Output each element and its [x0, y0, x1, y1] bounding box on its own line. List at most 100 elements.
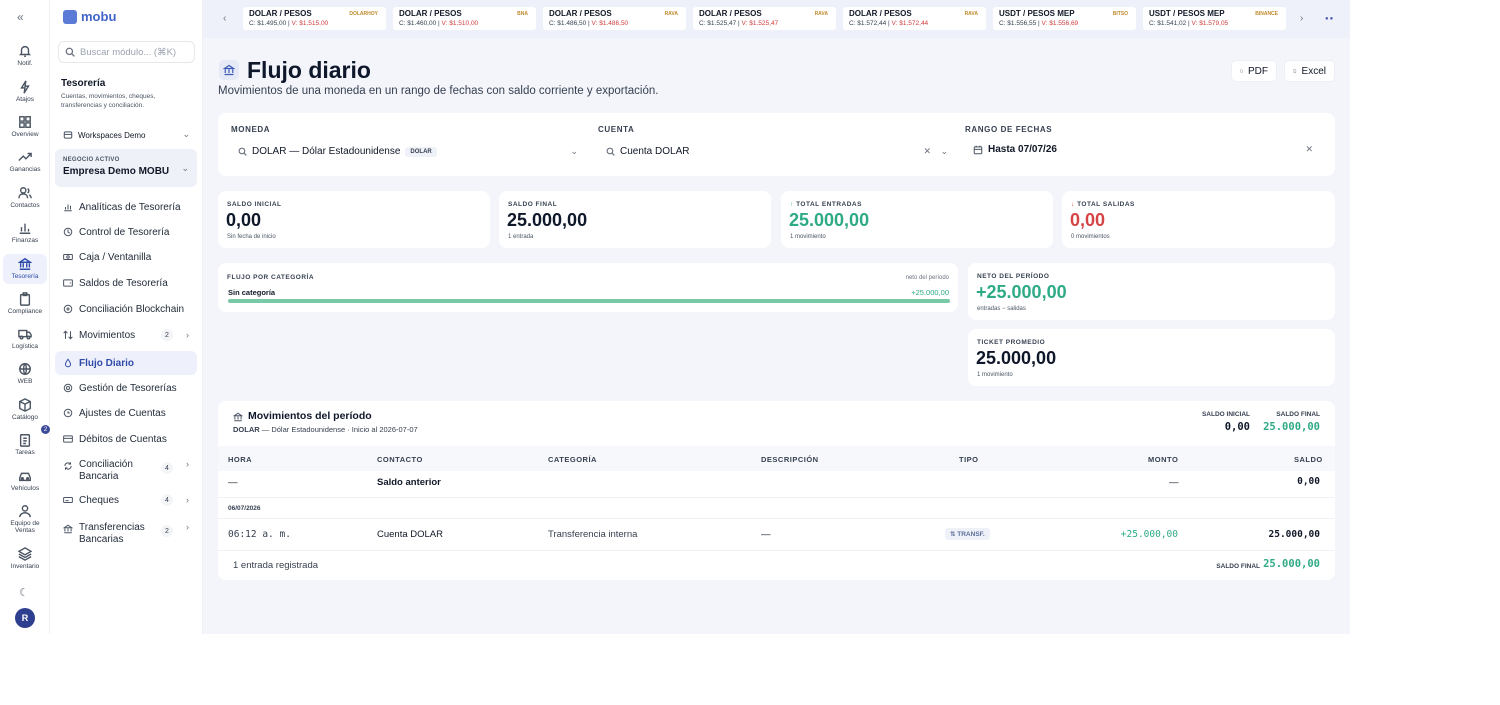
ticker-source: RAVA	[814, 11, 828, 17]
nav-flujo-diario[interactable]: Flujo Diario	[55, 351, 197, 375]
exchange-ticker: ‹ DOLAR / PESOS DOLARHOY C: $1.495,00 | …	[203, 0, 1350, 38]
ticker-item[interactable]: DOLAR / PESOS DOLARHOY C: $1.495,00 | V:…	[243, 7, 386, 30]
file-icon	[1293, 69, 1297, 73]
nav-cheques[interactable]: Cheques 4 ›	[55, 488, 197, 512]
ticker-item[interactable]: USDT / PESOS MEP BINANCE C: $1.541,02 | …	[1143, 7, 1286, 30]
col-monto[interactable]: MONTO	[1148, 455, 1178, 464]
flow-icon	[219, 60, 239, 80]
clear-icon[interactable]: ✕	[923, 146, 931, 157]
rail-item-inventario[interactable]: Inventario	[3, 547, 47, 581]
col-contacto[interactable]: CONTACTO	[377, 455, 423, 464]
col-categoria[interactable]: CATEGORÍA	[548, 455, 597, 464]
category-flow-card: FLUJO POR CATEGORÍA neto del período Sin…	[218, 263, 958, 312]
rail-item-equipo-ventas[interactable]: Equipo de Ventas	[3, 504, 47, 542]
currency-label: MONEDA	[231, 125, 271, 134]
chevron-left-icon[interactable]: ‹	[223, 13, 226, 24]
nav-saldos[interactable]: Saldos de Tesorería	[55, 271, 197, 295]
rail-label: Notif.	[17, 60, 33, 67]
neto-value: +25.000,00	[976, 282, 1067, 302]
excel-label: Excel	[1301, 65, 1326, 77]
rail-item-tareas[interactable]: Tareas	[3, 433, 47, 467]
chevron-right-icon[interactable]: ›	[1300, 13, 1303, 24]
col-hora[interactable]: HORA	[228, 455, 252, 464]
ticker-item[interactable]: USDT / PESOS MEP BITSO C: $1.556,55 | V:…	[993, 7, 1136, 30]
rail-item-web[interactable]: WEB	[3, 362, 47, 396]
saldo-final-value: 25.000,00	[1263, 421, 1320, 433]
arrows-icon	[63, 330, 73, 340]
rail-item-vehiculos[interactable]: Vehículos	[3, 469, 47, 503]
cell-hora: —	[228, 477, 238, 488]
ticker-item[interactable]: DOLAR / PESOS RAVA C: $1.525,47 | V: $1.…	[693, 7, 836, 30]
nav-conciliacion-blockchain[interactable]: Conciliación Blockchain	[55, 297, 197, 321]
rail-item-finanzas[interactable]: Finanzas	[3, 221, 47, 255]
range-label: RANGO DE FECHAS	[965, 125, 1053, 134]
section-subtitle: Cuentas, movimientos, cheques, transfere…	[61, 93, 156, 109]
rail-item-notif[interactable]: Notif.	[3, 44, 47, 78]
kpi-value: 0,00	[226, 210, 262, 230]
cell-saldo: 0,00	[1297, 476, 1320, 487]
theme-moon-icon[interactable]: ☾	[19, 586, 29, 599]
nav-label: Analíticas de Tesorería	[79, 201, 181, 213]
business-name: Empresa Demo MOBU	[63, 166, 170, 177]
trend-icon	[18, 152, 32, 161]
collapse-icon[interactable]: «	[17, 10, 24, 24]
rail-item-ganancias[interactable]: Ganancias	[3, 150, 47, 184]
ticker-pager-dots[interactable]: ●●	[1325, 16, 1334, 22]
ticker-item[interactable]: DOLAR / PESOS RAVA C: $1.486,50 | V: $1.…	[543, 7, 686, 30]
avatar[interactable]: R	[15, 608, 35, 628]
rail-item-atajos[interactable]: Atajos	[3, 80, 47, 114]
kpi-total-entradas: ↑ TOTAL ENTRADAS 25.000,00 1 movimiento	[781, 191, 1053, 248]
export-excel-button[interactable]: Excel	[1284, 60, 1335, 82]
col-saldo[interactable]: SALDO	[1294, 455, 1323, 464]
nav-debitos[interactable]: Débitos de Cuentas	[55, 427, 197, 451]
cheque-icon	[63, 497, 73, 503]
col-tipo[interactable]: TIPO	[959, 455, 979, 464]
date-range-picker[interactable]: Hasta 07/07/26 ✕	[973, 144, 1313, 155]
ticker-item[interactable]: DOLAR / PESOS BNA C: $1.460,00 | V: $1.5…	[393, 7, 536, 30]
nav-movimientos[interactable]: Movimientos 2 ›	[55, 323, 197, 347]
export-pdf-button[interactable]: PDF	[1231, 60, 1277, 82]
chevron-right-icon: ›	[186, 495, 189, 505]
nav-transferencias[interactable]: Transferencias Bancarias 2 ›	[55, 518, 197, 554]
currency-select[interactable]: DOLAR — Dólar Estadounidense DOLAR ⌄	[238, 146, 583, 157]
kpi-label: SALDO INICIAL	[227, 201, 282, 208]
nav-conciliacion-bancaria[interactable]: Conciliación Bancaria 4 ›	[55, 455, 197, 491]
col-descripcion[interactable]: DESCRIPCIÓN	[761, 455, 819, 464]
nav-gestion[interactable]: Gestión de Tesorerías	[55, 376, 197, 400]
chevron-right-icon: ›	[186, 522, 189, 532]
layers-icon	[18, 547, 32, 561]
calendar-icon	[973, 145, 983, 154]
rail-item-tesoreria[interactable]: Tesorería	[3, 254, 47, 284]
module-search[interactable]: Buscar módulo... (⌘K)	[58, 41, 195, 63]
range-value: Hasta 07/07/26	[988, 144, 1057, 155]
business-selector[interactable]: NEGOCIO ACTIVO Empresa Demo MOBU ⌄	[55, 149, 197, 187]
ticker-venta: V: $1.579,05	[1191, 20, 1229, 27]
category-row-label: Sin categoría	[228, 288, 276, 297]
ticker-pair: DOLAR / PESOS	[399, 9, 462, 18]
kpi-label-text: TOTAL ENTRADAS	[796, 201, 862, 208]
count-badge: 2	[161, 525, 173, 537]
ticker-venta: V: $1.572,44	[891, 20, 929, 27]
rail-item-contactos[interactable]: Contactos	[3, 186, 47, 220]
rail-item-overview[interactable]: Overview	[3, 115, 47, 149]
nav-analiticas[interactable]: Analíticas de Tesorería	[55, 195, 197, 219]
ticker-pair: USDT / PESOS MEP	[999, 9, 1075, 18]
chevron-right-icon: ›	[186, 330, 189, 340]
workspace-selector[interactable]: Workspaces Demo ⌄	[58, 126, 196, 144]
rail-label: Ganancias	[9, 166, 41, 173]
brand-logo[interactable]: mobu	[63, 9, 116, 24]
sidebar: mobu Buscar módulo... (⌘K) Tesorería Cue…	[50, 0, 203, 634]
ticker-venta: V: $1.486,50	[591, 20, 629, 27]
app-window: « Notif. Atajos Overview Ganancias Conta…	[0, 0, 1350, 634]
ticker-item[interactable]: DOLAR / PESOS RAVA C: $1.572,44 | V: $1.…	[843, 7, 986, 30]
rail-item-compliance[interactable]: Compliance	[3, 292, 47, 326]
nav-caja[interactable]: Caja / Ventanilla	[55, 245, 197, 269]
account-select[interactable]: Cuenta DOLAR ✕ ⌄	[606, 146, 951, 157]
pdf-label: PDF	[1248, 65, 1268, 77]
nav-control[interactable]: Control de Tesorería	[55, 220, 197, 244]
rail-item-logistica[interactable]: Logística	[3, 327, 47, 361]
ticker-venta: V: $1.515,00	[291, 20, 329, 27]
clear-icon[interactable]: ✕	[1305, 144, 1313, 155]
count-badge: 4	[161, 494, 173, 506]
nav-ajustes[interactable]: Ajustes de Cuentas	[55, 401, 197, 425]
